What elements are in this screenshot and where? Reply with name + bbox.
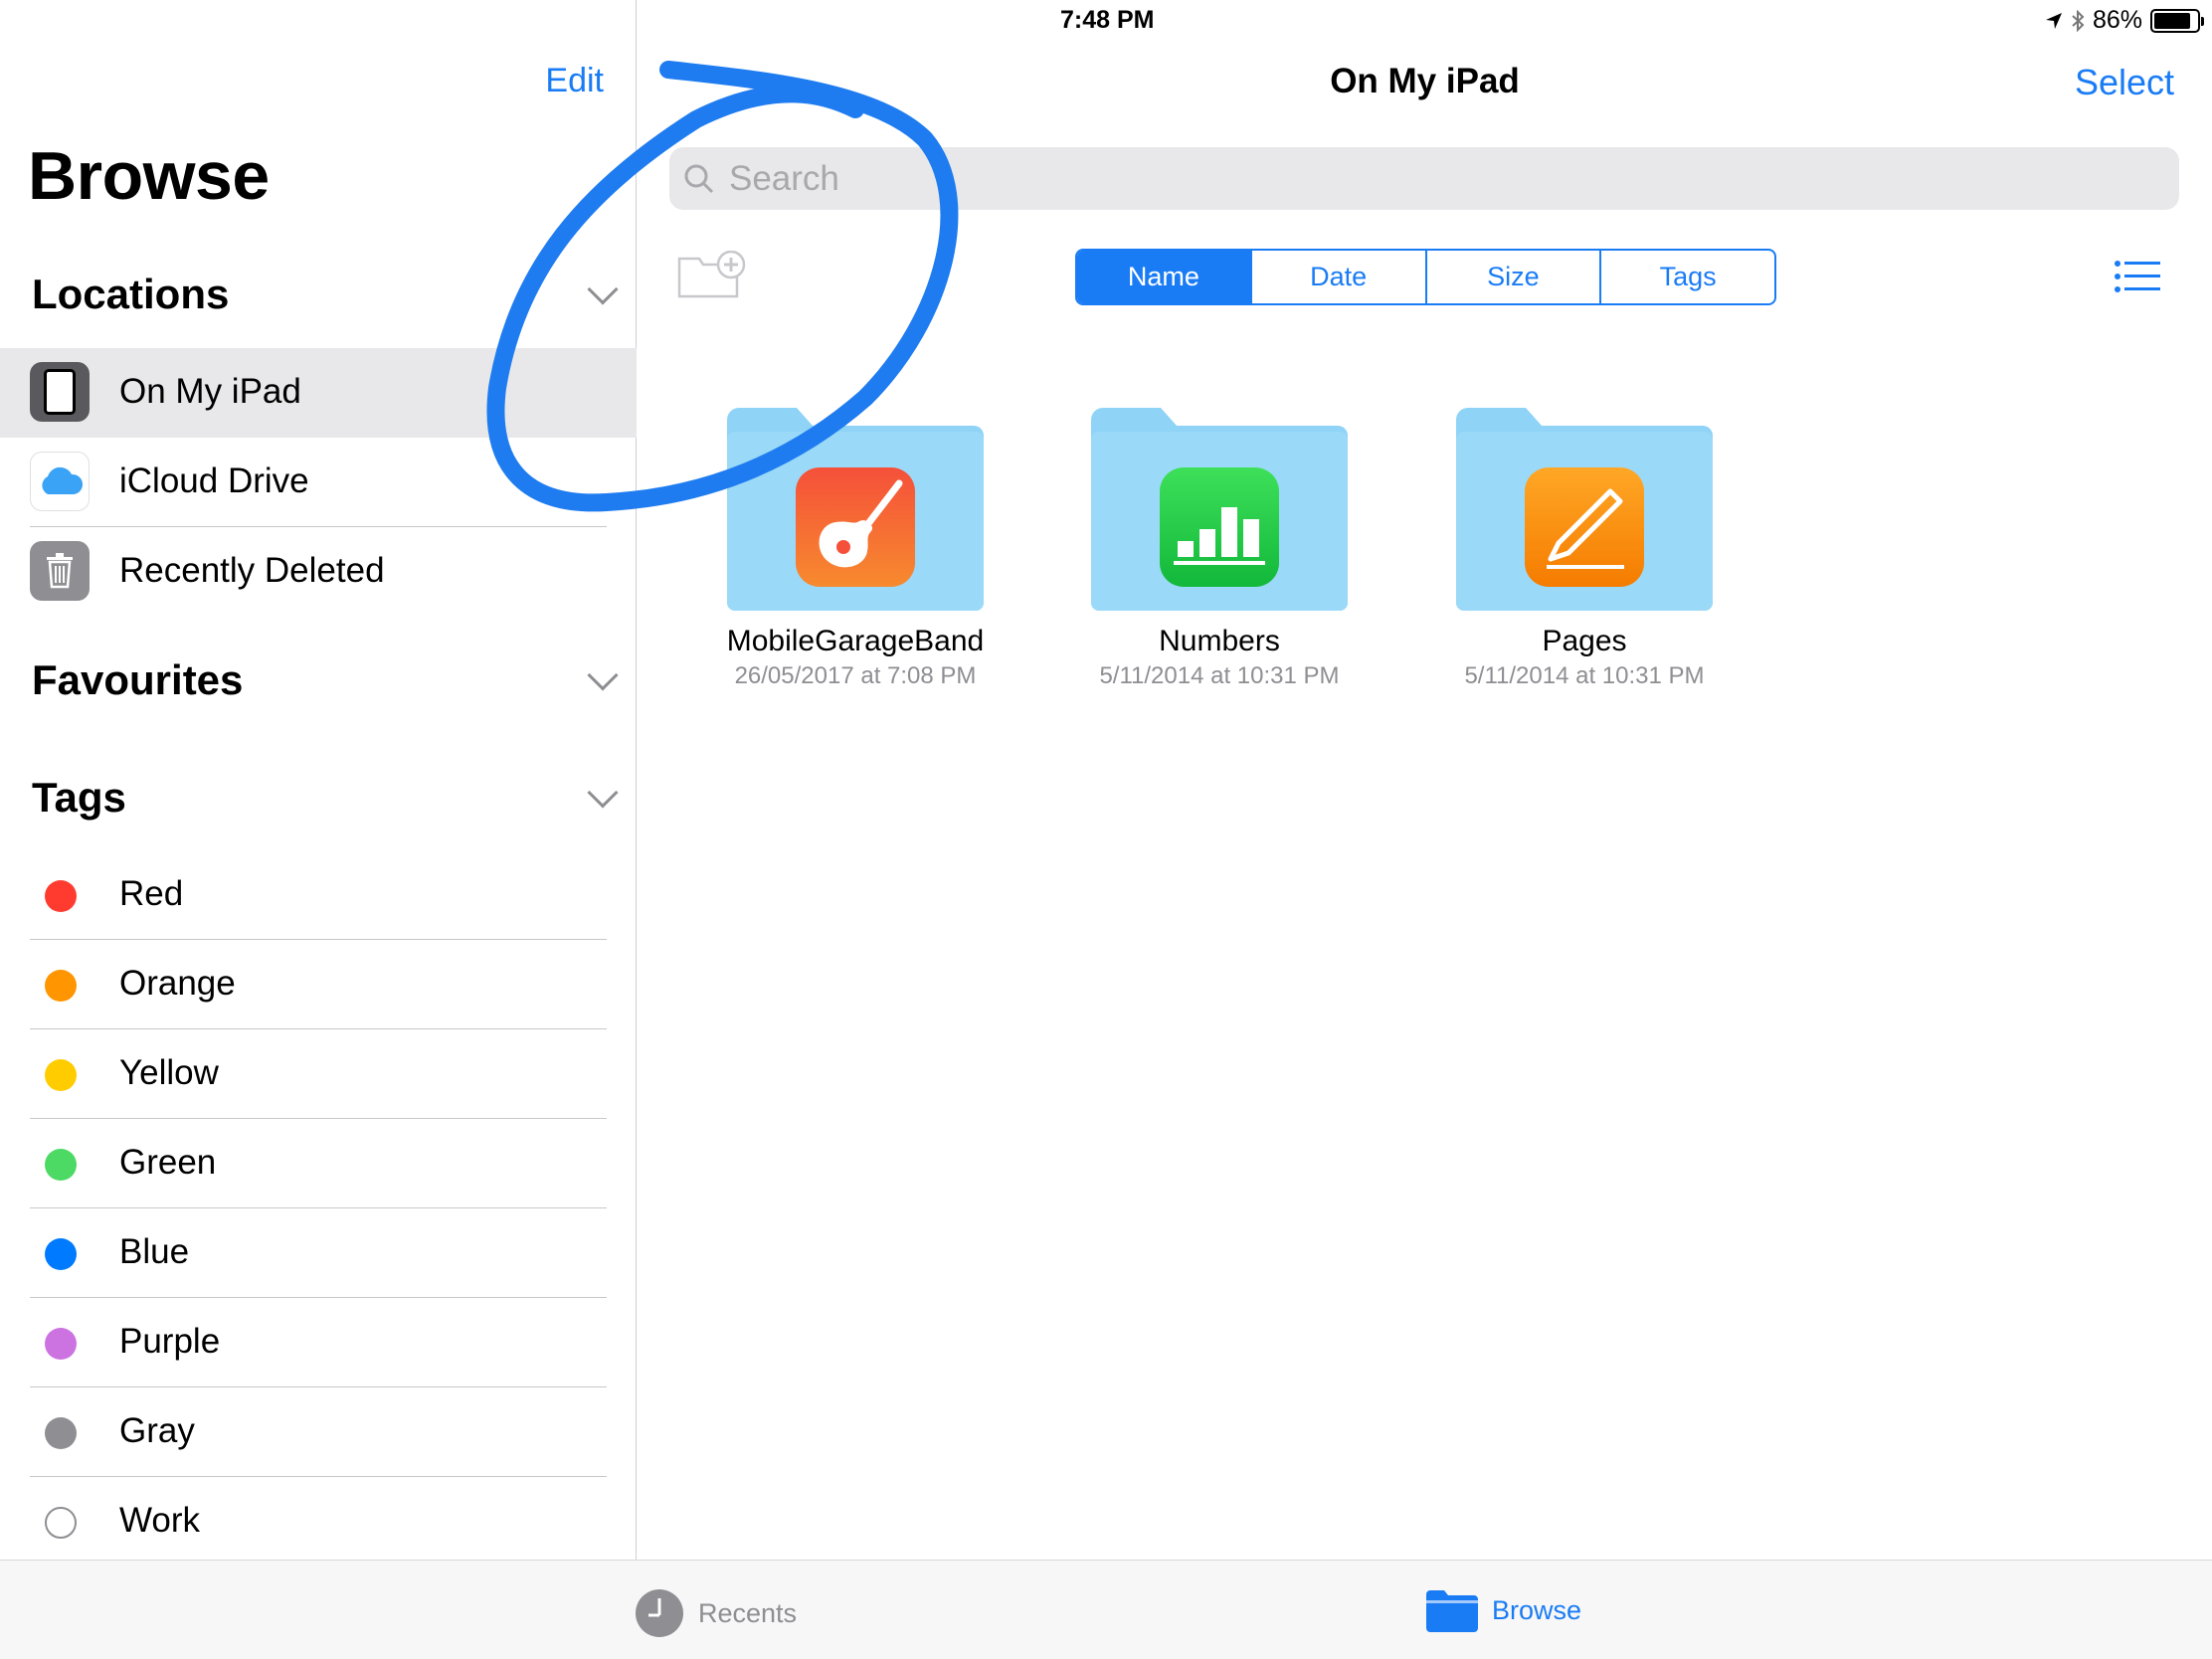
search-input[interactable]: Search [669,147,2179,210]
tab-label: Recents [698,1597,798,1628]
tag-color-dot [45,1417,77,1449]
sidebar-item-label: Recently Deleted [119,551,385,590]
file-name: Numbers [1159,625,1280,657]
search-placeholder: Search [729,159,839,198]
file-name: MobileGarageBand [726,625,985,657]
folder-icon [1426,1590,1478,1632]
clock-icon [636,1589,683,1637]
chevron-down-icon[interactable] [587,274,619,305]
trash-icon [30,541,90,601]
tag-label: Orange [119,964,236,1003]
select-button[interactable]: Select [2075,62,2174,103]
file-date: 26/05/2017 at 7:08 PM [734,662,977,689]
search-icon [684,164,714,194]
tag-label: Yellow [119,1053,219,1092]
sidebar-item-label: iCloud Drive [119,461,309,500]
tag-color-dot [45,1238,77,1270]
tab-bar: Recents Browse [0,1560,2212,1659]
sort-segmented-control[interactable]: Name Date Size Tags [1075,249,1776,305]
tags-heading[interactable]: Tags [32,774,126,822]
tag-color-dot [45,1149,77,1181]
tag-item-gray[interactable]: Gray [0,1387,637,1477]
tab-label: Browse [1492,1594,1582,1625]
tag-item-orange[interactable]: Orange [0,940,637,1029]
tag-label: Red [119,874,184,913]
ipad-icon [30,362,90,422]
chevron-down-icon[interactable] [587,659,619,691]
page-title: On My iPad [1330,62,1520,100]
edit-button[interactable]: Edit [545,62,604,100]
new-folder-icon[interactable] [677,251,747,300]
sort-date-tab[interactable]: Date [1252,251,1427,303]
garageband-icon [796,467,915,587]
tag-label: Blue [119,1232,190,1271]
sidebar-item-recently-deleted[interactable]: Recently Deleted [0,527,637,617]
tag-label: Gray [119,1411,195,1450]
sidebar-item-label: On My iPad [119,372,301,411]
file-date: 5/11/2014 at 10:31 PM [1099,662,1340,689]
tab-browse[interactable]: Browse [1426,1588,1581,1632]
sidebar-item-on-my-ipad[interactable]: On My iPad [0,348,637,438]
tab-recents[interactable]: Recents [635,1588,797,1638]
tag-item-red[interactable]: Red [0,850,637,940]
numbers-icon [1160,467,1279,587]
tag-item-purple[interactable]: Purple [0,1298,637,1387]
tag-label: Green [119,1143,217,1182]
tag-item-yellow[interactable]: Yellow [0,1029,637,1119]
tag-color-dot [45,880,77,912]
list-view-icon[interactable] [2115,261,2160,292]
tag-color-dot [45,970,77,1002]
tag-label: Work [119,1501,201,1540]
file-date: 5/11/2014 at 10:31 PM [1464,662,1705,689]
favourites-heading[interactable]: Favourites [32,656,243,704]
icloud-icon [30,452,90,511]
main-content: On My iPad Select Search Name Date Size … [638,0,2212,1560]
pages-icon [1525,467,1644,587]
browse-title: Browse [28,138,270,214]
sort-tags-tab[interactable]: Tags [1601,251,1774,303]
tag-item-work[interactable]: Work [0,1477,637,1567]
sort-size-tab[interactable]: Size [1427,251,1602,303]
sidebar: Edit Browse Locations On My iPad iCloud … [0,0,637,1560]
tag-item-blue[interactable]: Blue [0,1208,637,1298]
sidebar-item-icloud-drive[interactable]: iCloud Drive [0,438,637,527]
locations-heading[interactable]: Locations [32,271,229,318]
tag-color-dot [45,1507,77,1539]
tag-item-green[interactable]: Green [0,1119,637,1208]
chevron-down-icon[interactable] [587,777,619,809]
tag-color-dot [45,1328,77,1360]
tag-color-dot [45,1059,77,1091]
tag-label: Purple [119,1322,221,1361]
sort-name-tab[interactable]: Name [1077,251,1252,303]
file-name: Pages [1542,625,1627,657]
